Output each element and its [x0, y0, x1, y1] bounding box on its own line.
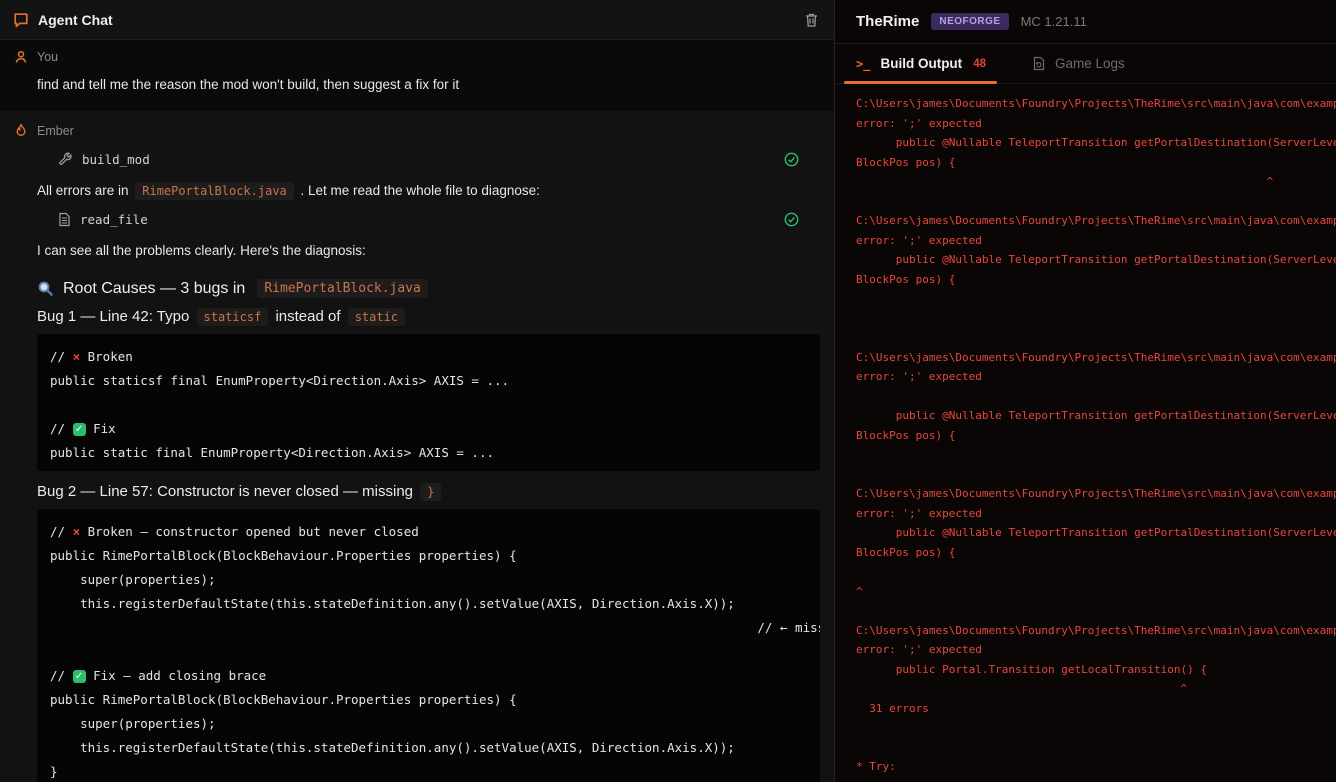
tool-call-read-file[interactable]: read_file — [58, 208, 820, 230]
code-line: // ← missing } — [50, 616, 820, 640]
check-icon: ✓ — [73, 670, 86, 683]
bug2-code-lines: // × Broken — constructor opened but nev… — [50, 520, 820, 782]
inline-code-chip: RimePortalBlock.java — [135, 182, 294, 200]
inline-code-chip: staticsf — [197, 308, 269, 326]
user-role-label: You — [37, 50, 58, 64]
project-header: TheRime NEOFORGE MC 1.21.11 — [835, 0, 1336, 44]
code-line: public RimePortalBlock(BlockBehaviour.Pr… — [50, 544, 820, 568]
agent-paragraph: I can see all the problems clearly. Here… — [37, 243, 820, 258]
build-panel: TheRime NEOFORGE MC 1.21.11 >_ Build Out… — [835, 0, 1336, 782]
loader-badge: NEOFORGE — [931, 13, 1008, 30]
mc-version: MC 1.21.11 — [1021, 14, 1087, 29]
file-icon — [58, 212, 71, 227]
trash-icon — [804, 12, 819, 28]
code-line: // × Broken — constructor opened but nev… — [50, 520, 820, 544]
agent-message: Ember build_mod All errors are in RimePo… — [0, 111, 834, 782]
inline-code-chip: static — [348, 308, 405, 326]
text-segment: Bug 1 — Line 42: Typo — [37, 308, 194, 325]
chat-header: Agent Chat — [0, 0, 834, 40]
check-circle-icon — [784, 212, 799, 227]
chat-bubble-icon — [13, 12, 29, 28]
text-segment: Root Causes — 3 bugs in — [63, 280, 245, 298]
code-line: super(properties); — [50, 568, 820, 592]
tool-name: read_file — [80, 212, 148, 227]
terminal-output: C:\Users\james\Documents\Foundry\Project… — [856, 94, 1336, 777]
user-message-text: find and tell me the reason the mod won'… — [37, 77, 820, 92]
clear-chat-button[interactable] — [802, 10, 821, 30]
code-line: // × Broken — [50, 345, 820, 369]
cross-icon: × — [73, 349, 81, 364]
active-tab-underline — [844, 81, 997, 84]
inline-code-chip: } — [420, 483, 441, 501]
code-line — [50, 640, 820, 664]
bug1-code-block: // × Brokenpublic staticsf final EnumPro… — [37, 334, 820, 471]
code-line: this.registerDefaultState(this.stateDefi… — [50, 592, 820, 616]
game-logs-icon — [1032, 56, 1046, 71]
project-name: TheRime — [856, 13, 919, 30]
tool-call-build-mod[interactable]: build_mod — [58, 148, 820, 170]
inline-code-chip: RimePortalBlock.java — [257, 279, 428, 298]
cross-icon: × — [73, 524, 81, 539]
code-line: } — [50, 760, 820, 782]
diagnosis-heading: Root Causes — 3 bugs in RimePortalBlock.… — [37, 279, 820, 298]
text-segment: . Let me read the whole file to diagnose… — [297, 183, 540, 198]
tab-bar: >_ Build Output 48 Game Logs — [835, 44, 1336, 84]
bug1-heading: Bug 1 — Line 42: Typo staticsf instead o… — [37, 308, 820, 325]
code-line: public RimePortalBlock(BlockBehaviour.Pr… — [50, 688, 820, 712]
terminal-icon: >_ — [856, 57, 870, 71]
text-segment: All errors are in — [37, 183, 132, 198]
tab-label: Game Logs — [1055, 56, 1125, 71]
code-line: public staticsf final EnumProperty<Direc… — [50, 369, 820, 393]
bug2-code-block: // × Broken — constructor opened but nev… — [37, 509, 820, 782]
wrench-icon — [58, 152, 73, 167]
user-message: You find and tell me the reason the mod … — [0, 40, 834, 111]
text-segment: Bug 2 — Line 57: Constructor is never cl… — [37, 483, 417, 500]
app-window: Agent Chat You find and tell me the reas… — [0, 0, 1336, 782]
agent-chat-panel: Agent Chat You find and tell me the reas… — [0, 0, 835, 782]
code-line: public static final EnumProperty<Directi… — [50, 441, 820, 465]
text-segment: instead of — [271, 308, 344, 325]
agent-role-row: Ember — [14, 123, 820, 138]
code-line: // ✓ Fix — [50, 417, 820, 441]
user-role-row: You — [14, 50, 820, 64]
tab-game-logs[interactable]: Game Logs — [1032, 56, 1125, 71]
agent-paragraph: All errors are in RimePortalBlock.java .… — [37, 183, 820, 198]
code-line: // ✓ Fix — add closing brace — [50, 664, 820, 688]
user-icon — [14, 50, 28, 64]
build-output-terminal[interactable]: C:\Users\james\Documents\Foundry\Project… — [835, 84, 1336, 782]
code-line: this.registerDefaultState(this.stateDefi… — [50, 736, 820, 760]
tab-build-output[interactable]: >_ Build Output 48 — [856, 56, 986, 71]
agent-role-label: Ember — [37, 124, 74, 138]
code-line — [50, 393, 820, 417]
tool-name: build_mod — [82, 152, 150, 167]
bug2-heading: Bug 2 — Line 57: Constructor is never cl… — [37, 483, 820, 500]
error-count-badge: 48 — [973, 58, 986, 70]
diagnosis-heading-text: Root Causes — 3 bugs in RimePortalBlock.… — [63, 279, 431, 298]
check-circle-icon — [784, 152, 799, 167]
magnifier-icon — [37, 280, 54, 297]
flame-icon — [14, 123, 28, 138]
chat-title: Agent Chat — [38, 12, 113, 28]
check-icon: ✓ — [73, 423, 86, 436]
tab-label: Build Output — [880, 56, 962, 71]
code-line: super(properties); — [50, 712, 820, 736]
